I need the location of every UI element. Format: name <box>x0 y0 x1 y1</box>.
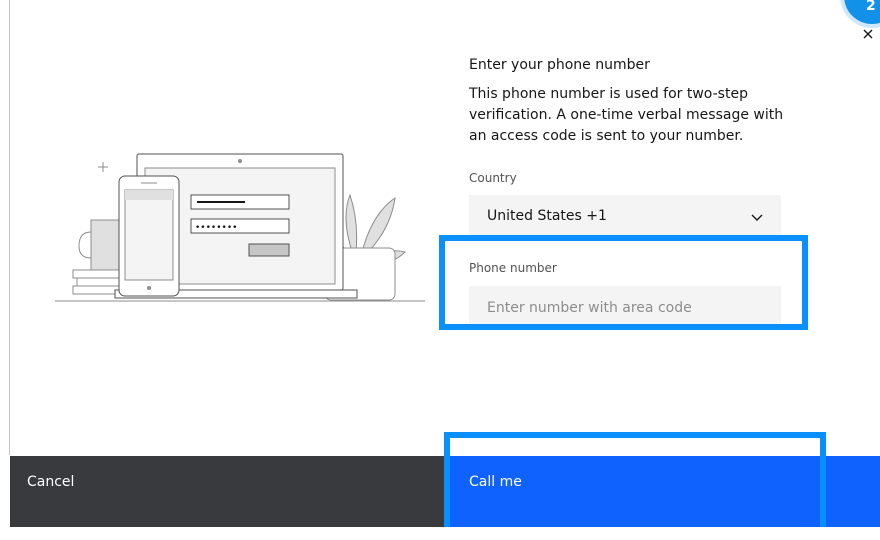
dialog-footer: Cancel Call me <box>10 456 880 527</box>
step-badge: 2 <box>844 0 880 24</box>
call-me-button[interactable]: Call me <box>446 456 880 527</box>
bottom-margin <box>0 527 880 540</box>
phone-number-input[interactable] <box>469 286 781 330</box>
country-selected-value: United States +1 <box>487 208 607 224</box>
close-icon[interactable] <box>860 26 876 42</box>
dialog-left-edge <box>9 0 10 455</box>
chevron-down-icon <box>751 214 763 221</box>
laptop-phone-illustration: •••••••• <box>55 153 425 302</box>
country-select[interactable]: United States +1 <box>469 195 781 239</box>
dialog-description: This phone number is used for two-step v… <box>469 86 784 144</box>
phone-number-label: Phone number <box>469 261 557 275</box>
svg-text:••••••••: •••••••• <box>195 223 237 233</box>
country-label: Country <box>469 171 517 185</box>
dialog-heading: Enter your phone number <box>469 57 650 73</box>
step-badge-number: 2 <box>866 0 876 14</box>
call-me-button-label: Call me <box>469 474 522 490</box>
cancel-button-label: Cancel <box>27 474 75 490</box>
cancel-button[interactable]: Cancel <box>10 456 446 527</box>
